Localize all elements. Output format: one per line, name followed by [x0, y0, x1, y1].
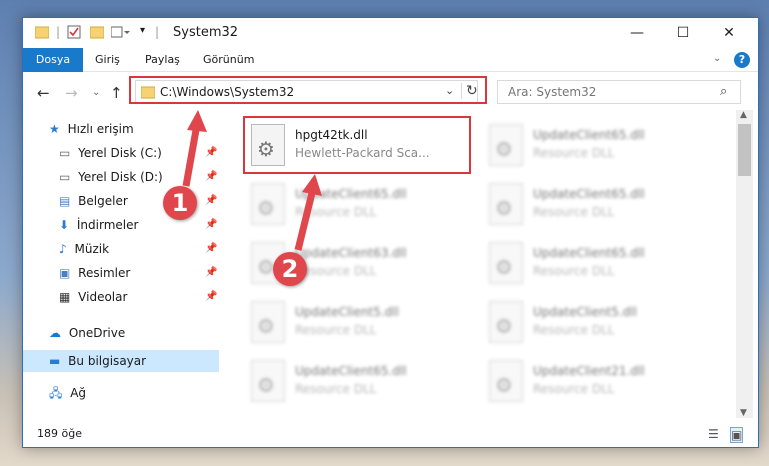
- arrow-annotation-1: [182, 110, 322, 251]
- step-badge-1: 1: [163, 186, 197, 220]
- step-badge-2: 2: [273, 252, 307, 286]
